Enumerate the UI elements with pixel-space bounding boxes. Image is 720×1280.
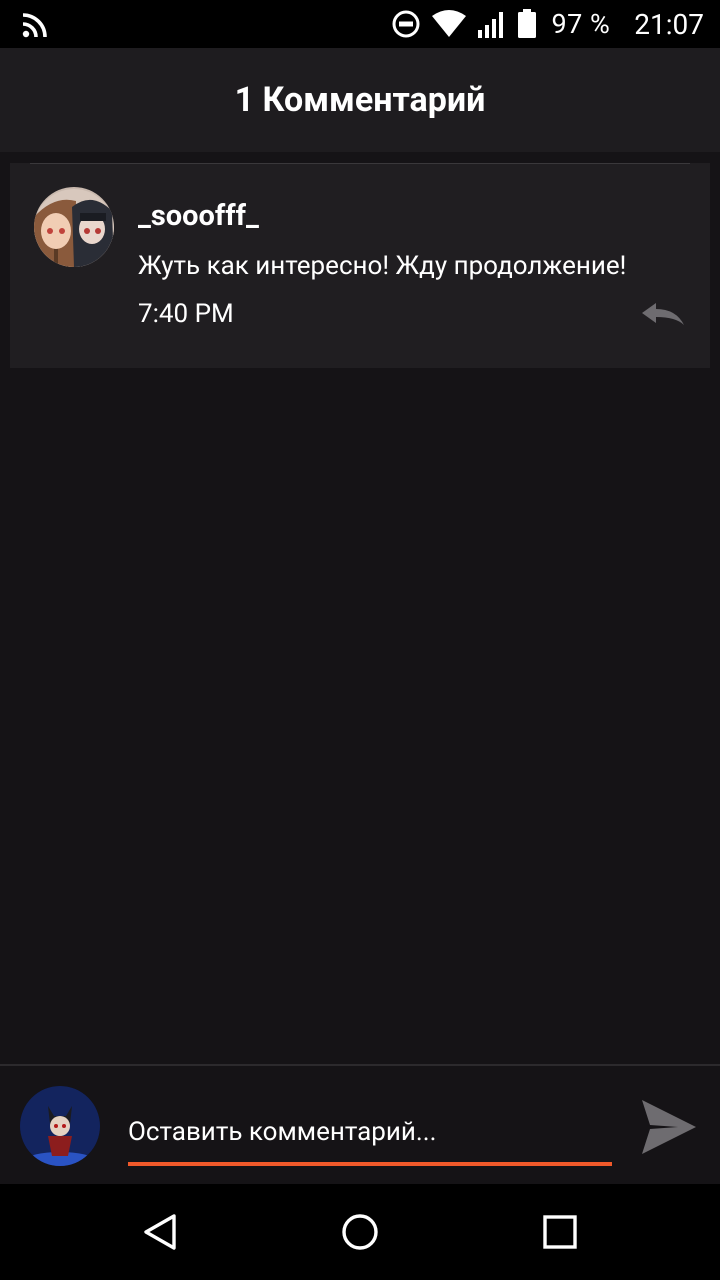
comment-username[interactable]: _sooofff_: [138, 199, 259, 233]
comment-item: _sooofff_ Жуть как интересно! Жду продол…: [10, 163, 710, 368]
system-navbar: [0, 1184, 720, 1280]
status-bar: 97 % 21:07: [0, 0, 720, 48]
header: 1 Комментарий: [0, 48, 720, 152]
page-title: 1 Комментарий: [234, 80, 486, 120]
home-icon[interactable]: [340, 1212, 380, 1252]
battery-icon: [518, 9, 537, 38]
commenter-avatar[interactable]: [34, 187, 114, 267]
wifi-icon: [432, 10, 467, 37]
comment-time: 7:40 PM: [138, 299, 234, 329]
my-avatar-image: [20, 1086, 100, 1166]
input-underline: [128, 1162, 612, 1166]
status-clock: 21:07: [634, 7, 704, 41]
user-avatar-image: [34, 187, 114, 267]
reply-icon[interactable]: [640, 301, 686, 331]
comment-text: Жуть как интересно! Жду продолжение!: [138, 251, 627, 281]
comment-input-wrap: [128, 1102, 612, 1168]
comment-composer: [0, 1064, 720, 1184]
my-avatar: [20, 1086, 100, 1166]
dnd-icon: [392, 10, 420, 38]
signal-icon: [478, 12, 504, 38]
divider: [30, 163, 690, 164]
battery-percent: 97 %: [551, 8, 611, 40]
back-icon[interactable]: [140, 1212, 180, 1252]
rss-icon: [22, 13, 47, 38]
recents-icon[interactable]: [540, 1212, 580, 1252]
send-icon[interactable]: [640, 1098, 698, 1156]
comment-input[interactable]: [128, 1102, 612, 1162]
